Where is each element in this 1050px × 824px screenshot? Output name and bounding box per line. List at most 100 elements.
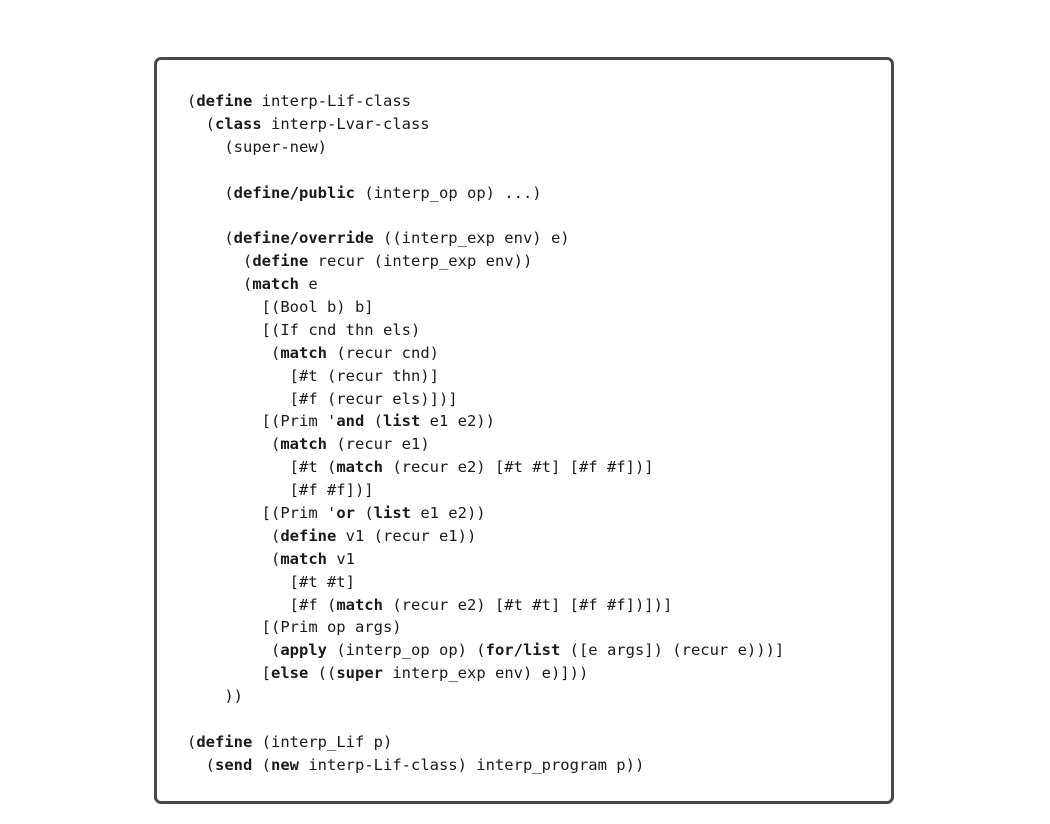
code-text: [#f (recur els)])] <box>187 389 458 408</box>
code-keyword: define/override <box>233 229 374 248</box>
code-text: (interp_op op) ( <box>327 641 486 660</box>
code-text: ( <box>187 343 281 362</box>
code-keyword: super <box>336 664 383 683</box>
code-keyword: define <box>252 252 309 271</box>
code-listing: (define interp-Lif-class (class interp-L… <box>187 90 784 777</box>
code-line: [(If cnd thn els) <box>187 319 784 342</box>
code-line: (define/override ((interp_exp env) e) <box>187 227 784 250</box>
code-text: [(Prim ' <box>187 504 337 523</box>
code-text: [#f #f])] <box>187 481 374 500</box>
code-line: [#f (match (recur e2) [#t #t] [#f #f])])… <box>187 594 784 617</box>
code-text: [ <box>187 664 271 683</box>
code-text: [#f ( <box>187 595 337 614</box>
code-line: [(Bool b) b] <box>187 296 784 319</box>
code-keyword: list <box>373 504 411 523</box>
code-text: ( <box>187 252 253 271</box>
code-keyword: define <box>196 732 253 751</box>
code-text: ( <box>187 183 234 202</box>
code-text: ( <box>187 526 281 545</box>
code-text: ( <box>364 412 383 431</box>
code-line: )) <box>187 685 784 708</box>
code-text: ( <box>187 275 253 294</box>
code-line: [(Prim 'and (list e1 e2)) <box>187 410 784 433</box>
code-text: recur (interp_exp env)) <box>308 252 533 271</box>
code-text: (recur cnd) <box>327 343 439 362</box>
code-text: ((interp_exp env) e) <box>373 229 570 248</box>
code-line: (match e <box>187 273 784 296</box>
code-text: ( <box>187 435 281 454</box>
code-line: [else ((super interp_exp env) e)])) <box>187 662 784 685</box>
code-line: (define v1 (recur e1)) <box>187 525 784 548</box>
code-line: (match (recur cnd) <box>187 342 784 365</box>
code-text: ( <box>354 504 374 523</box>
code-text: interp_exp env) e)])) <box>383 664 589 683</box>
code-text: interp-Lif-class <box>252 92 411 110</box>
code-keyword: apply <box>280 641 327 660</box>
code-text: ( <box>187 92 197 110</box>
code-text: (interp_Lif p) <box>252 732 393 751</box>
code-keyword: match <box>336 458 383 477</box>
code-keyword: for/list <box>485 641 561 660</box>
code-line: (match (recur e1) <box>187 433 784 456</box>
code-keyword: send <box>215 755 253 774</box>
code-line: (define interp-Lif-class <box>187 90 784 113</box>
code-text: (recur e2) [#t #t] [#f #f])])] <box>382 595 673 614</box>
code-keyword: list <box>382 412 421 431</box>
code-line: (define recur (interp_exp env)) <box>187 250 784 273</box>
code-text: e1 e2)) <box>420 412 495 431</box>
code-text: (recur e2) [#t #t] [#f #f])] <box>382 458 654 477</box>
code-text: interp-Lif-class) interp_program p)) <box>299 755 645 774</box>
code-text: [(Prim op args) <box>187 618 402 637</box>
code-text: )) <box>187 687 243 706</box>
code-text: e1 e2)) <box>410 504 486 523</box>
code-text: (( <box>308 664 337 683</box>
code-keyword: match <box>280 343 327 362</box>
code-text: ([e args]) (recur e)))] <box>560 641 785 660</box>
code-text: [#t #t] <box>187 572 355 591</box>
code-text: (interp_op op) ...) <box>355 183 542 202</box>
code-keyword: new <box>271 755 299 774</box>
code-keyword: define/public <box>233 183 355 202</box>
code-keyword: else <box>271 664 309 683</box>
code-text: ( <box>252 755 271 774</box>
code-line: [#f (recur els)])] <box>187 388 784 411</box>
code-text: ( <box>187 732 197 751</box>
code-text: ( <box>187 755 215 774</box>
code-text: (recur e1) <box>327 435 430 454</box>
code-keyword: define <box>280 526 337 545</box>
code-line: [#t (match (recur e2) [#t #t] [#f #f])] <box>187 456 784 479</box>
code-text: ( <box>187 114 215 133</box>
code-line: (super-new) <box>187 136 784 159</box>
code-line: (apply (interp_op op) (for/list ([e args… <box>187 639 784 662</box>
code-text: [(Prim ' <box>187 412 337 431</box>
code-text: [#t (recur thn)] <box>187 366 439 385</box>
code-keyword: or <box>336 504 355 523</box>
code-text: ( <box>187 641 281 660</box>
code-line: (define/public (interp_op op) ...) <box>187 182 784 205</box>
code-line: [#t (recur thn)] <box>187 365 784 388</box>
code-line: (class interp-Lvar-class <box>187 113 784 136</box>
code-keyword: class <box>215 114 262 133</box>
code-keyword: match <box>280 549 327 568</box>
code-text: v1 <box>327 549 355 568</box>
code-text: (super-new) <box>187 137 327 156</box>
code-text: v1 (recur e1)) <box>336 526 477 545</box>
code-text: [#t ( <box>187 458 337 477</box>
code-text: ( <box>187 549 281 568</box>
code-keyword: match <box>252 275 299 294</box>
code-line: [#f #f])] <box>187 479 784 502</box>
code-text: e <box>299 275 318 294</box>
code-text: ( <box>187 229 234 248</box>
code-line: (send (new interp-Lif-class) interp_prog… <box>187 754 784 777</box>
code-text: interp-Lvar-class <box>261 114 430 133</box>
code-line: (match v1 <box>187 548 784 571</box>
code-keyword: match <box>336 595 383 614</box>
code-keyword: match <box>280 435 327 454</box>
code-line: (define (interp_Lif p) <box>187 731 784 754</box>
code-keyword: define <box>196 92 253 110</box>
code-text: [(If cnd thn els) <box>187 320 421 339</box>
code-line: [(Prim op args) <box>187 616 784 639</box>
